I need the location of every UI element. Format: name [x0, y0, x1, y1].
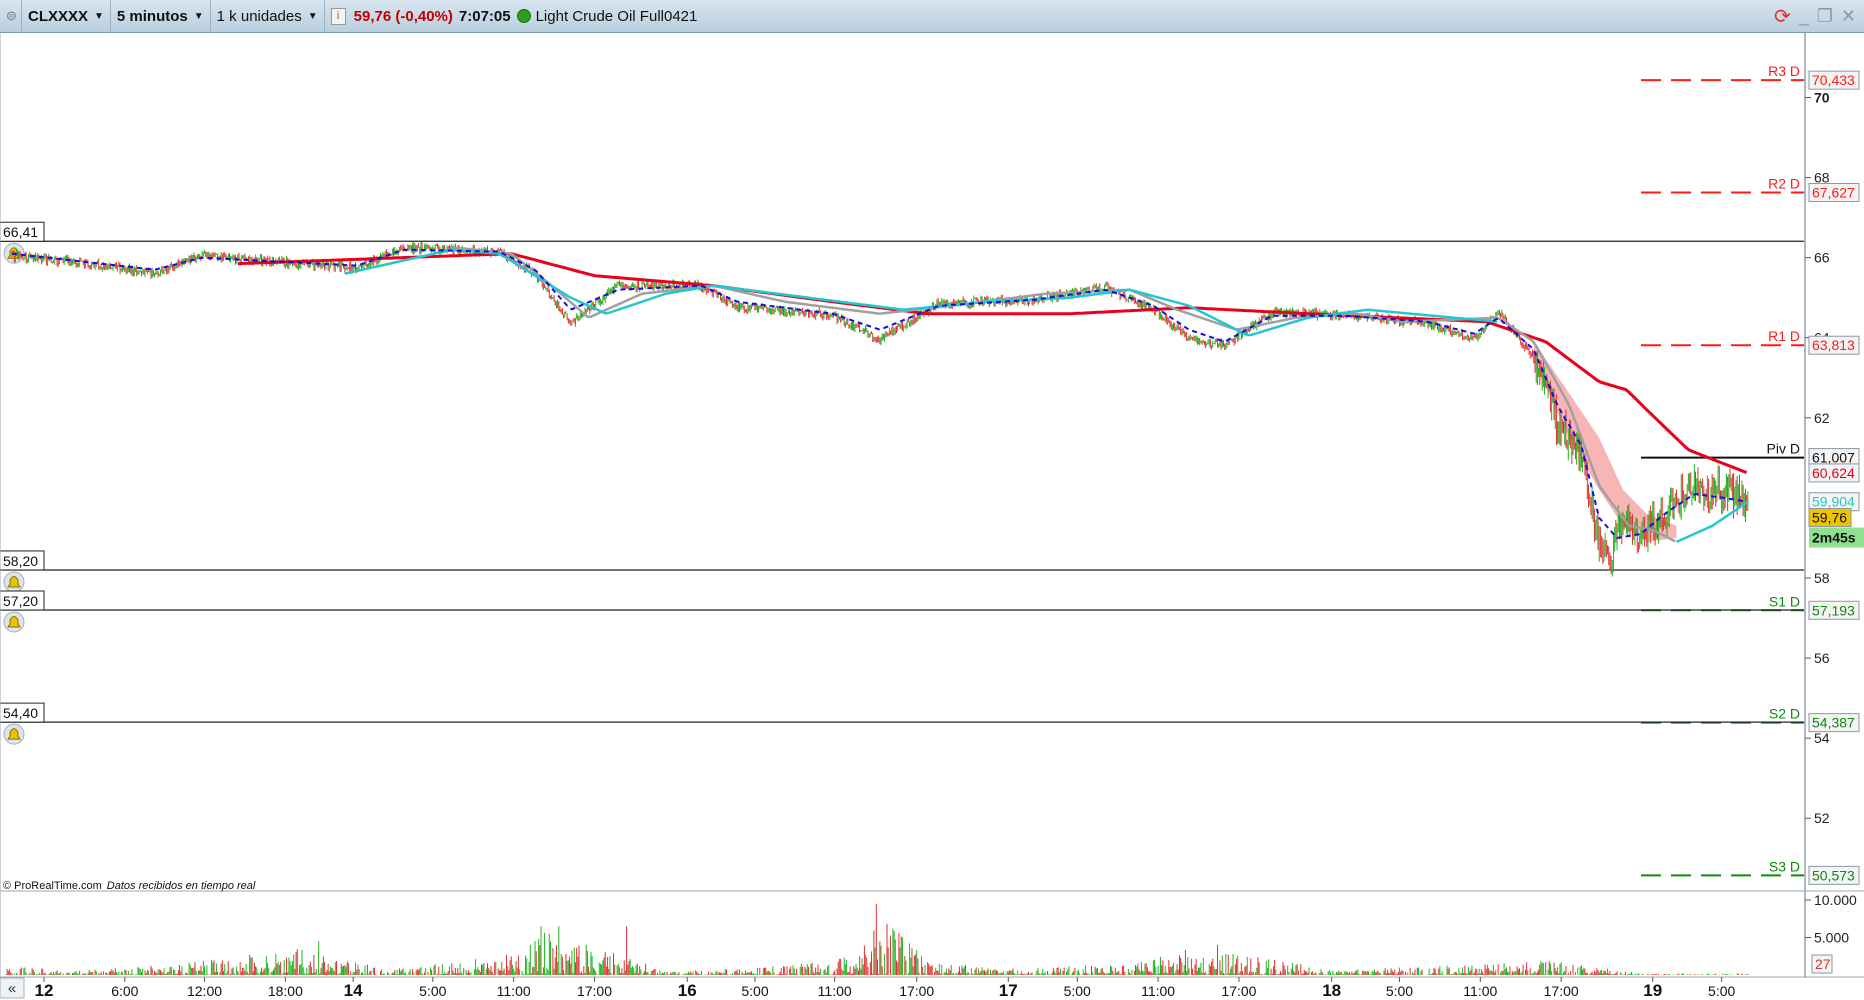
x-tick-label: 18 — [1322, 981, 1341, 1000]
symbol-selector[interactable]: CLXXXX ▼ — [22, 0, 111, 33]
minimize-icon[interactable]: _ — [1799, 6, 1809, 27]
pivot-value-label: 63,813 — [1812, 337, 1855, 353]
pivot-level-name: R3 D — [1768, 63, 1800, 79]
alert-price-label: 54,40 — [3, 705, 38, 721]
y-tick-label: 56 — [1814, 650, 1830, 666]
x-tick-label: 16 — [678, 981, 697, 1000]
x-tick-label: 19 — [1643, 981, 1662, 1000]
refresh-icon[interactable]: ⟳ — [1774, 4, 1791, 29]
timeframe-label: 5 minutos — [116, 7, 188, 25]
moving-average-line — [237, 252, 1748, 474]
pivot-level-name: S3 D — [1769, 858, 1800, 874]
pivot-level-name: R2 D — [1768, 176, 1800, 192]
x-tick-label: 17 — [999, 981, 1018, 1000]
x-tick-label: 12:00 — [187, 983, 222, 999]
pivot-level-name: R1 D — [1768, 328, 1800, 344]
quote-time: 7:07:05 — [458, 7, 511, 25]
price-marker-label: 59,76 — [1812, 510, 1847, 526]
price-change: 59,76 (-0,40%) — [353, 7, 453, 25]
x-tick-label: 14 — [344, 981, 363, 1000]
y-tick-label: 66 — [1814, 250, 1830, 266]
ichimoku-cloud — [1533, 341, 1677, 542]
y-tick-label: 58 — [1814, 570, 1830, 586]
x-tick-label: 11:00 — [1463, 983, 1497, 999]
units-selector[interactable]: 1 k unidades ▼ — [211, 0, 325, 33]
y-tick-label: 62 — [1814, 410, 1830, 426]
price-chart[interactable]: R3 D R2 D R1 D Piv D S1 D S2 D S3 D 66,41 58,20… — [0, 33, 1864, 1000]
pivot-value-label: 54,387 — [1812, 715, 1855, 731]
pivot-value-label: 50,573 — [1812, 867, 1855, 883]
close-icon[interactable]: ✕ — [1841, 6, 1856, 27]
quote-info: i 59,76 (-0,40%) 7:07:05 Light Crude Oil… — [325, 0, 704, 33]
y-tick-label: 52 — [1814, 810, 1830, 826]
chevron-down-icon: ▼ — [307, 10, 318, 22]
volume-tick-label: 5.000 — [1814, 930, 1849, 946]
alert-price-label: 66,41 — [3, 224, 38, 240]
chevron-down-icon: ▼ — [193, 10, 204, 22]
symbol-label: CLXXXX — [28, 7, 89, 25]
pivot-value-label: 70,433 — [1812, 72, 1855, 88]
window-controls: ⟳ _ ❐ ✕ — [1774, 4, 1856, 29]
units-label: 1 k unidades — [216, 7, 302, 25]
x-tick-label: 5:00 — [419, 983, 446, 999]
x-tick-label: 11:00 — [497, 983, 531, 999]
moving-average-line — [11, 248, 1746, 539]
x-tick-label: 17:00 — [1221, 983, 1256, 999]
x-tick-label: 5:00 — [1386, 983, 1413, 999]
pivot-level-name: S1 D — [1769, 593, 1800, 609]
copyright-text: © ProRealTime.com Datos recibidos en tiem… — [3, 880, 256, 892]
x-tick-label: 11:00 — [1141, 983, 1175, 999]
y-tick-label: 70 — [1814, 90, 1830, 106]
toolbar: ⊜ CLXXXX ▼ 5 minutos ▼ 1 k unidades ▼ i 59,… — [0, 0, 1864, 33]
pivot-level-name: S2 D — [1769, 706, 1800, 722]
pivot-value-label: 67,627 — [1812, 185, 1855, 201]
alert-price-label: 57,20 — [3, 593, 38, 609]
info-icon[interactable]: i — [330, 7, 346, 25]
x-tick-label: 12 — [35, 981, 54, 1000]
pivot-level-name: Piv D — [1767, 441, 1800, 457]
alert-price-label: 58,20 — [3, 553, 38, 569]
x-tick-label: 17:00 — [899, 983, 934, 999]
x-tick-label: 6:00 — [111, 983, 138, 999]
x-tick-label: 5:00 — [1064, 983, 1091, 999]
moving-average-line — [451, 245, 1676, 543]
price-marker-label: 60,624 — [1812, 465, 1855, 481]
realtime-status-icon — [516, 9, 531, 23]
scroll-left-icon: « — [8, 980, 16, 997]
instrument-name: Light Crude Oil Full0421 — [535, 7, 698, 25]
pivot-value-label: 57,193 — [1812, 602, 1855, 618]
x-tick-label: 5:00 — [741, 983, 768, 999]
y-tick-label: 54 — [1814, 730, 1830, 746]
x-tick-label: 18:00 — [268, 983, 303, 999]
x-tick-label: 17:00 — [577, 983, 612, 999]
x-tick-label: 11:00 — [818, 983, 852, 999]
x-tick-label: 5:00 — [1708, 983, 1735, 999]
price-marker-label: 59,904 — [1812, 494, 1855, 510]
pivot-value-label: 61,007 — [1812, 450, 1855, 466]
volume-tick-label: 10.000 — [1814, 892, 1857, 908]
volume-last-label: 27 — [1815, 956, 1831, 972]
chevron-down-icon: ▼ — [94, 10, 104, 22]
timeframe-selector[interactable]: 5 minutos ▼ — [111, 0, 211, 33]
chain-link-icon[interactable]: ⊜ — [0, 0, 22, 33]
x-tick-label: 17:00 — [1544, 983, 1579, 999]
bar-countdown: 2m45s — [1812, 530, 1856, 546]
restore-icon[interactable]: ❐ — [1817, 6, 1833, 27]
